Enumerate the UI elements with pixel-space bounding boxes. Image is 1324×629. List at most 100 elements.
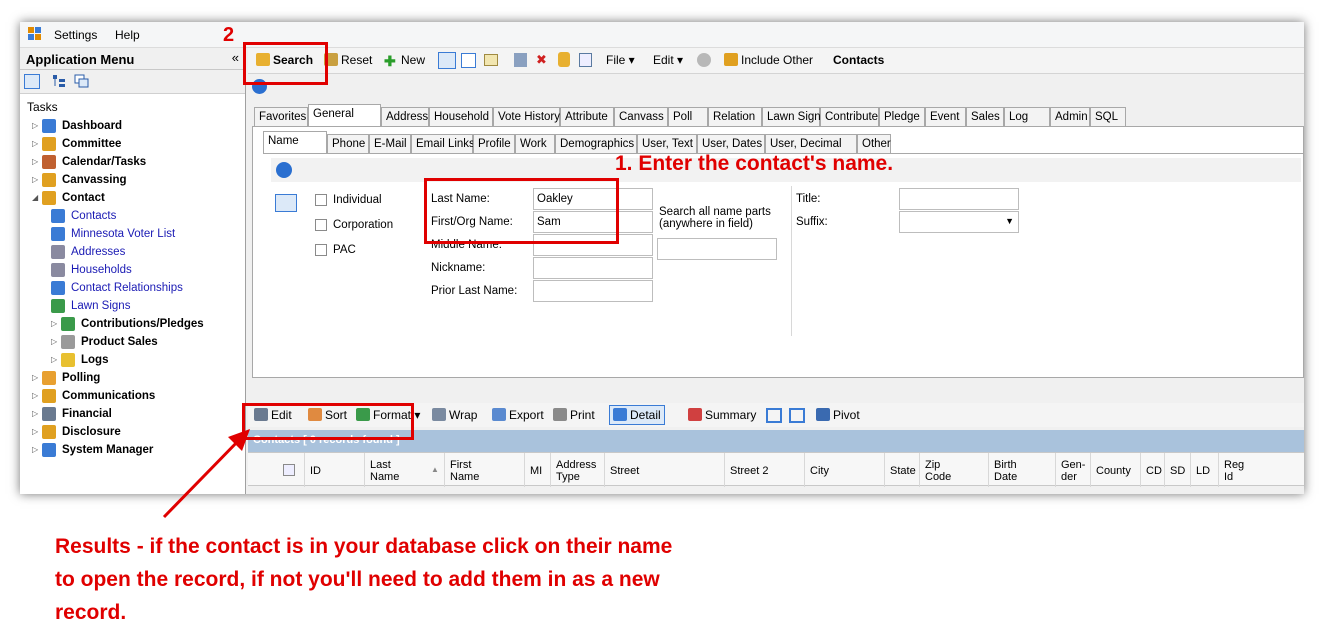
expander-icon[interactable]: ▷ [32,391,38,400]
include-other-button[interactable]: Include Other [724,53,813,67]
column-header[interactable]: Zip Code [925,459,951,483]
subtab-other[interactable]: Other [857,134,891,153]
windows-view-icon[interactable] [74,74,90,89]
subtab-user-dates[interactable]: User, Dates [697,134,765,153]
tab-address[interactable]: Address [381,107,429,126]
tab-lawn-sign[interactable]: Lawn Sign [762,107,821,126]
column-header[interactable]: Gen-der [1061,459,1085,483]
expander-icon[interactable]: ▷ [51,319,57,328]
column-header[interactable]: Street 2 [730,465,769,477]
corporation-checkbox[interactable] [315,219,327,231]
detail-icon [613,408,627,421]
help-icon[interactable] [697,53,711,67]
subtab-user-decimal[interactable]: User, Decimal [765,134,857,153]
file-menu[interactable]: File ▾ [606,53,635,67]
list-view-icon[interactable] [24,74,40,89]
detail-button[interactable]: Detail [609,405,665,425]
tab-attribute[interactable]: Attribute [560,107,614,126]
app-icon [28,27,42,41]
column-header[interactable]: CD [1146,465,1162,477]
expander-icon[interactable]: ▷ [32,427,38,436]
pac-checkbox[interactable] [315,244,327,256]
column-header[interactable]: Street [610,465,639,477]
subtab-user-text[interactable]: User, Text [637,134,697,153]
tab-admin[interactable]: Admin [1050,107,1090,126]
column-header[interactable]: County [1096,465,1131,477]
column-header[interactable]: Last Name [370,459,399,483]
tab-log[interactable]: Log [1004,107,1050,126]
column-header[interactable]: State [890,465,916,477]
column-header[interactable]: Birth Date [994,459,1017,483]
menu-help[interactable]: Help [115,28,140,42]
expander-icon[interactable]: ▷ [32,139,38,148]
lock-icon[interactable] [558,52,570,67]
expander-icon[interactable]: ▷ [51,355,57,364]
tab-favorites[interactable]: Favorites [254,107,308,126]
column-header[interactable]: First Name [450,459,479,483]
suffix-select[interactable]: ▼ [899,211,1019,233]
subtab-e-mail[interactable]: E-Mail [369,134,411,153]
expander-icon[interactable]: ▷ [32,157,38,166]
document-icon[interactable] [579,53,592,67]
subtab-email-links[interactable]: Email Links [411,134,475,153]
column-header[interactable]: MI [530,465,542,477]
expander-icon[interactable]: ▷ [32,445,38,454]
prior-last-name-input[interactable] [533,280,653,302]
subtab-profile[interactable]: Profile [473,134,515,153]
tab-sales[interactable]: Sales [966,107,1004,126]
tab-event[interactable]: Event [925,107,966,126]
select-all-checkbox[interactable] [283,464,295,476]
edit-menu[interactable]: Edit ▾ [653,53,683,67]
split-vertical-icon[interactable] [766,408,782,423]
tree-item-label: Financial [62,408,112,420]
summary-button[interactable]: Summary [688,408,756,422]
form-view-icon[interactable] [438,52,456,69]
title-input[interactable] [899,188,1019,210]
expander-icon[interactable]: ▷ [32,409,38,418]
column-header[interactable]: Address Type [556,459,596,483]
column-header[interactable]: SD [1170,465,1185,477]
expander-icon[interactable]: ▷ [32,373,38,382]
subtab-work[interactable]: Work [515,134,555,153]
subtab-demographics[interactable]: Demographics [555,134,637,153]
column-header[interactable]: City [810,465,829,477]
tab-general[interactable]: General [308,104,381,126]
collapse-icon[interactable]: « [232,50,239,65]
tab-canvass[interactable]: Canvass [614,107,668,126]
tab-contribute[interactable]: Contribute [820,107,879,126]
reset-button[interactable]: Reset [324,53,372,67]
tree-view-icon[interactable] [52,74,66,89]
save-icon[interactable] [514,53,527,67]
subtab-phone[interactable]: Phone [327,134,369,153]
pivot-button[interactable]: Pivot [816,408,860,422]
folder-icon[interactable] [484,54,498,66]
export-button[interactable]: Export [492,408,544,422]
menu-settings[interactable]: Settings [54,28,97,42]
subtab-name[interactable]: Name [263,131,327,153]
column-header[interactable]: Reg Id [1224,459,1244,483]
tab-household[interactable]: Household [429,107,493,126]
expander-icon[interactable]: ▷ [51,337,57,346]
search-all-name-parts-input[interactable] [657,238,777,260]
tab-vote-history[interactable]: Vote History [493,107,560,126]
new-button[interactable]: ✚ New [384,53,425,68]
navigate-icon[interactable] [276,162,292,178]
expander-icon[interactable]: ▷ [32,175,38,184]
tree-item-label: Committee [62,138,122,150]
column-header[interactable]: LD [1196,465,1210,477]
tab-sql[interactable]: SQL [1090,107,1126,126]
tab-pledge[interactable]: Pledge [879,107,925,126]
column-header[interactable]: ID [310,465,321,477]
nickname-input[interactable] [533,257,653,279]
expander-icon[interactable]: ▷ [32,121,38,130]
delete-icon[interactable]: ✖ [536,53,550,67]
tab-relation[interactable]: Relation [708,107,762,126]
individual-checkbox[interactable] [315,194,327,206]
expander-icon[interactable]: ◢ [32,193,38,202]
wrap-button[interactable]: Wrap [432,408,477,422]
tab-poll[interactable]: Poll [668,107,708,126]
tree-item-label: Contributions/Pledges [81,318,204,330]
print-button[interactable]: Print [553,408,595,422]
split-horizontal-icon[interactable] [789,408,805,423]
grid-view-icon[interactable] [461,53,476,68]
